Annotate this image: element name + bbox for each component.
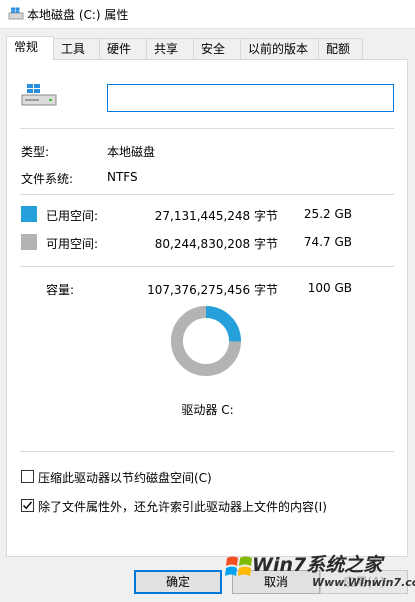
compress-label[interactable]: 压缩此驱动器以节约磁盘空间(C) <box>38 469 212 486</box>
free-space-label: 可用空间: <box>46 237 99 251</box>
capacity-label: 容量: <box>46 283 75 297</box>
checkmark-icon <box>23 501 33 510</box>
used-space-size: 25.2 GB <box>303 207 352 221</box>
windows-logo-icon <box>225 556 252 576</box>
tab-tools[interactable]: 工具 <box>53 38 100 59</box>
drive-large-icon <box>21 84 57 106</box>
tab-general[interactable]: 常规 <box>6 36 54 60</box>
index-checkbox[interactable] <box>21 499 34 512</box>
drive-icon <box>8 7 24 20</box>
separator <box>20 128 394 129</box>
used-space-label: 已用空间: <box>46 209 99 223</box>
capacity-size: 100 GB <box>307 281 352 295</box>
tab-quota[interactable]: 配额 <box>318 38 363 59</box>
title-bar: 本地磁盘 (C:) 属性 <box>0 0 415 29</box>
tab-hardware[interactable]: 硬件 <box>99 38 147 59</box>
filesystem-label: 文件系统: <box>21 172 74 186</box>
usage-donut-chart <box>171 306 241 376</box>
used-space-bytes: 27,131,445,248 字节 <box>154 209 278 223</box>
free-space-swatch <box>21 234 37 250</box>
tab-security[interactable]: 安全 <box>193 38 241 59</box>
ok-button[interactable]: 确定 <box>134 570 222 594</box>
watermark: Win7系统之家 Www.Winwin7.com <box>222 546 415 600</box>
compress-checkbox[interactable] <box>21 470 34 483</box>
drive-name-input[interactable] <box>107 84 394 112</box>
free-space-bytes: 80,244,830,208 字节 <box>154 237 278 251</box>
filesystem-value: NTFS <box>107 170 138 184</box>
index-label[interactable]: 除了文件属性外，还允许索引此驱动器上文件的内容(I) <box>38 498 327 515</box>
window-title: 本地磁盘 (C:) 属性 <box>27 8 129 22</box>
drive-letter-label: 驱动器 C: <box>181 403 234 417</box>
type-label: 类型: <box>21 145 50 159</box>
tab-bar: 常规 工具 硬件 共享 安全 以前的版本 配额 <box>6 36 408 60</box>
capacity-bytes: 107,376,275,456 字节 <box>147 283 278 297</box>
free-space-size: 74.7 GB <box>303 235 352 249</box>
watermark-title: Win7系统之家 <box>252 554 383 576</box>
watermark-url: Www.Winwin7.com <box>312 576 415 589</box>
tab-previous-versions[interactable]: 以前的版本 <box>240 38 319 59</box>
separator <box>20 194 394 195</box>
separator <box>20 266 394 267</box>
type-value: 本地磁盘 <box>107 145 156 159</box>
tab-sharing[interactable]: 共享 <box>146 38 194 59</box>
separator <box>20 451 394 452</box>
used-space-swatch <box>21 206 37 222</box>
